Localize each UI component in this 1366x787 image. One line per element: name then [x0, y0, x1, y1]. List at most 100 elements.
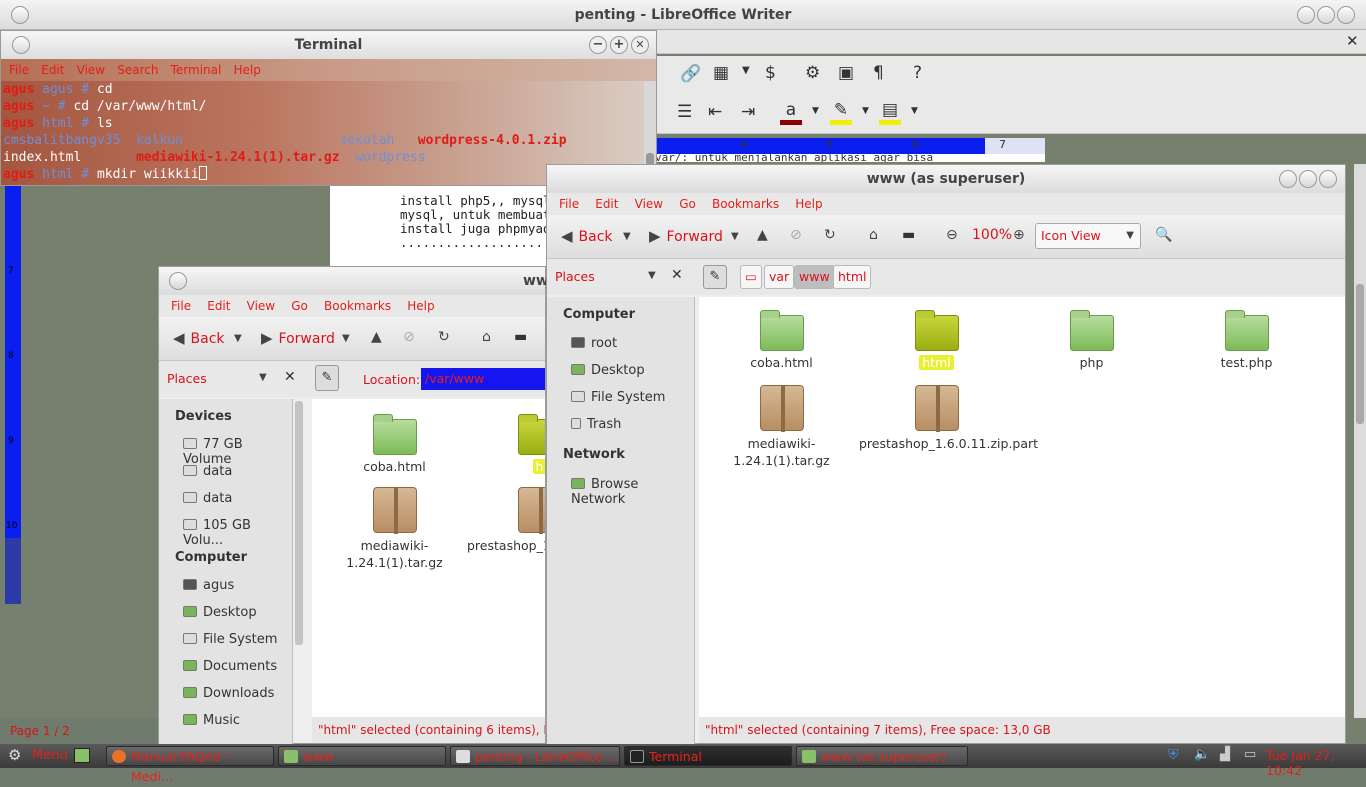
image-icon[interactable]: ▣ — [838, 63, 854, 83]
file-item[interactable]: prestashop_1.6.0.11.zip.part — [859, 385, 1038, 452]
minimize-button[interactable]: − — [589, 36, 607, 54]
highlight-icon[interactable]: ✎ — [830, 100, 852, 125]
menu-edit[interactable]: Edit — [595, 193, 618, 215]
sidebar-item-root[interactable]: root — [571, 336, 617, 351]
gear-icon[interactable]: ⚙ — [8, 746, 21, 764]
zoom-in-icon[interactable]: ⊕ — [1013, 227, 1025, 243]
chevron-down-icon[interactable]: ▼ — [259, 372, 267, 383]
menu-view[interactable]: View — [635, 193, 663, 215]
menu-terminal[interactable]: Terminal — [171, 59, 222, 81]
menu-go[interactable]: Go — [679, 193, 696, 215]
task-writer[interactable]: penting - LibreOffice ... — [450, 746, 620, 766]
stop-icon[interactable]: ⊘ — [403, 329, 415, 345]
minimize-button[interactable] — [1279, 170, 1297, 188]
spellcheck-icon[interactable]: $ — [765, 63, 776, 83]
close-button[interactable] — [1319, 170, 1337, 188]
menu-edit[interactable]: Edit — [41, 59, 64, 81]
stop-icon[interactable]: ⊘ — [790, 227, 802, 243]
view-mode-select[interactable]: Icon View ▼ — [1035, 223, 1141, 249]
menu-go[interactable]: Go — [291, 295, 308, 317]
file-item[interactable]: php — [1014, 310, 1169, 370]
background-color-icon[interactable]: ▤ — [879, 100, 901, 125]
home-icon[interactable]: ⌂ — [869, 227, 878, 243]
search-icon[interactable]: 🔍 — [1155, 227, 1172, 243]
reload-icon[interactable]: ↻ — [824, 227, 836, 243]
file-item[interactable]: coba.html — [704, 310, 859, 370]
edit-location-icon[interactable]: ✎ — [703, 265, 727, 289]
close-sidebar-icon[interactable]: ✕ — [671, 267, 683, 283]
file-item[interactable]: coba.html — [322, 414, 467, 474]
sidebar-item-volume[interactable]: 77 GB Volume — [183, 437, 292, 467]
fm1-menu-button[interactable] — [169, 272, 187, 290]
close-document-icon[interactable]: ✕ — [1346, 32, 1359, 50]
gear-icon[interactable]: ⚙ — [805, 63, 820, 83]
menu-help[interactable]: Help — [407, 295, 434, 317]
crumb-www[interactable]: www — [794, 265, 835, 289]
pilcrow-icon[interactable]: ¶ — [873, 63, 884, 83]
menu-edit[interactable]: Edit — [207, 295, 230, 317]
chevron-down-icon[interactable]: ▼ — [731, 231, 739, 242]
shield-icon[interactable]: ⛨ — [1168, 747, 1179, 763]
sidebar-item-trash[interactable]: Trash — [571, 417, 621, 432]
battery-icon[interactable]: ▭ — [1244, 747, 1256, 762]
sidebar-item-filesystem[interactable]: File System — [571, 390, 665, 405]
sidebar-item-volume[interactable]: 105 GB Volu... — [183, 518, 292, 548]
clock[interactable]: Tue Jan 27, 10:42 — [1266, 748, 1366, 778]
zoom-out-icon[interactable]: ⊖ — [946, 227, 958, 243]
document-page[interactable]: install php5,, mysql mysql, untuk membua… — [330, 186, 558, 266]
show-desktop-icon[interactable] — [74, 748, 90, 763]
back-button[interactable]: ◀ Back — [173, 329, 225, 347]
maximize-button[interactable]: + — [610, 36, 628, 54]
task-browser[interactable]: Manual:FAQ/id - Medi... — [106, 746, 274, 784]
chevron-down-icon[interactable]: ▼ — [911, 106, 918, 116]
crumb-html[interactable]: html — [833, 265, 872, 289]
places-dropdown[interactable]: Places — [167, 371, 207, 386]
crumb-root-drive[interactable]: ▭ — [740, 265, 762, 289]
hyperlink-icon[interactable]: 🔗 — [680, 64, 701, 84]
menu-button[interactable]: Menu — [32, 748, 68, 763]
places-dropdown[interactable]: Places — [555, 269, 595, 284]
writer-menu-button[interactable] — [11, 6, 29, 24]
menu-bookmarks[interactable]: Bookmarks — [712, 193, 779, 215]
edit-location-icon[interactable]: ✎ — [315, 365, 339, 391]
sidebar-scrollbar[interactable] — [295, 401, 303, 645]
home-icon[interactable]: ⌂ — [482, 329, 491, 345]
sidebar-item-data[interactable]: data — [183, 491, 232, 506]
terminal-menu-button[interactable] — [12, 36, 30, 54]
task-www[interactable]: www — [278, 746, 446, 766]
sidebar-item-desktop[interactable]: Desktop — [571, 363, 645, 378]
fm2-file-view[interactable]: coba.html html php test.php mediawiki-1.… — [699, 297, 1345, 717]
menu-view[interactable]: View — [247, 295, 275, 317]
sidebar-item-desktop[interactable]: Desktop — [183, 605, 257, 620]
bullet-list-icon[interactable]: ☰ — [677, 102, 692, 122]
back-button[interactable]: ◀ Back — [561, 227, 613, 245]
close-button[interactable]: ✕ — [631, 36, 649, 54]
chevron-down-icon[interactable]: ▼ — [623, 231, 631, 242]
file-item-selected[interactable]: h — [467, 414, 545, 474]
maximize-button[interactable] — [1317, 6, 1335, 24]
menu-file[interactable]: File — [171, 295, 191, 317]
chevron-down-icon[interactable]: ▼ — [648, 270, 656, 281]
sidebar-item-home[interactable]: agus — [183, 578, 234, 593]
file-item-selected[interactable]: html — [859, 310, 1014, 370]
sidebar-item-music[interactable]: Music — [183, 713, 240, 728]
menu-search[interactable]: Search — [117, 59, 158, 81]
menu-help[interactable]: Help — [795, 193, 822, 215]
task-www-superuser[interactable]: www (as superuser) — [796, 746, 968, 766]
scrollbar-thumb[interactable] — [1356, 284, 1364, 424]
sidebar-item-documents[interactable]: Documents — [183, 659, 277, 674]
menu-view[interactable]: View — [77, 59, 105, 81]
horizontal-ruler[interactable]: 4 5 6 7 — [655, 138, 1045, 154]
sidebar-item-network[interactable]: Browse Network — [571, 477, 694, 507]
computer-icon[interactable]: ▬ — [514, 329, 527, 345]
menu-file[interactable]: File — [559, 193, 579, 215]
chevron-down-icon[interactable]: ▼ — [742, 65, 750, 76]
volume-icon[interactable]: 🔈 — [1194, 747, 1210, 762]
maximize-button[interactable] — [1299, 170, 1317, 188]
chevron-down-icon[interactable]: ▼ — [812, 106, 819, 116]
forward-button[interactable]: ▶ Forward — [261, 329, 335, 347]
help-icon[interactable]: ? — [913, 63, 922, 83]
file-item[interactable]: test.php — [1169, 310, 1324, 370]
file-item[interactable]: prestashop_1.6.0.11.zip.part — [467, 487, 545, 554]
vertical-ruler[interactable]: 7 8 9 10 — [5, 186, 21, 604]
